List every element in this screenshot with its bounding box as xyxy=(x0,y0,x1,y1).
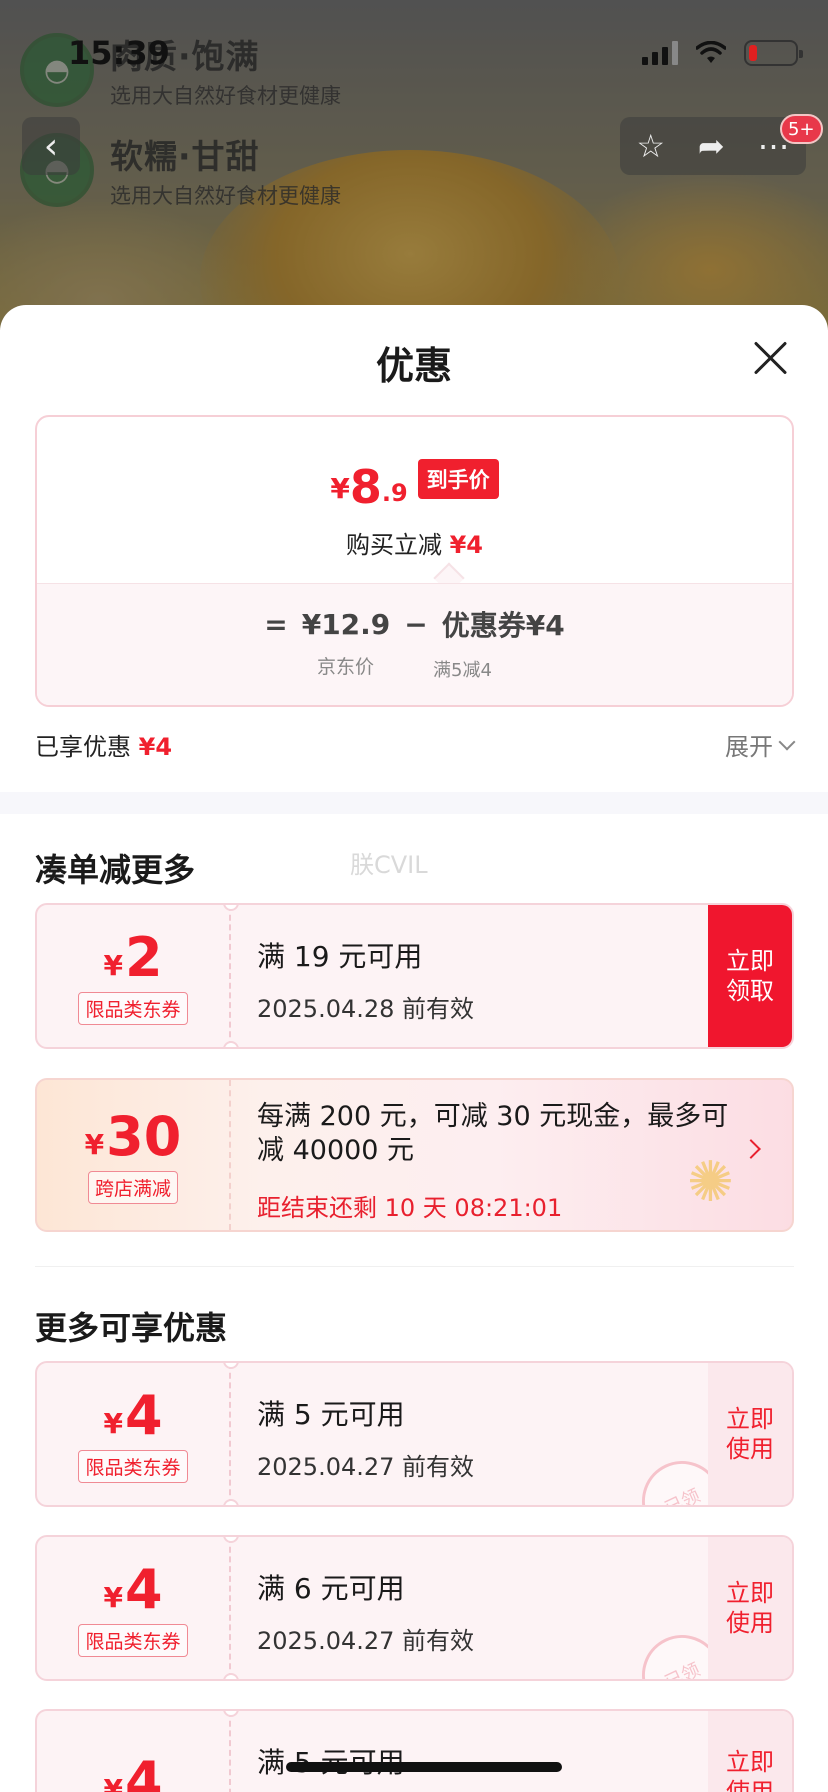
coupon-amount: 2 xyxy=(124,925,163,989)
coupon-type-tag: 限品类东券 xyxy=(78,1623,188,1657)
coupon-expiry: 2025.04.27 前有效 xyxy=(257,1627,475,1655)
coupon-notch xyxy=(223,1499,239,1505)
coupon-type-tag: 限品类东券 xyxy=(78,991,188,1025)
jd-price: ¥12.9 xyxy=(301,607,391,641)
star-icon[interactable]: ☆ xyxy=(636,127,665,165)
instant-discount-value: ¥4 xyxy=(449,531,484,559)
equals-sign: = xyxy=(264,607,288,641)
coupon-card: ¥ 4 满 5 元可用 立即使用 xyxy=(35,1709,794,1792)
final-price: ¥ 8 .9 到手价 xyxy=(37,459,792,514)
coupon-currency: ¥ xyxy=(84,1127,105,1161)
coupon-amount: 4 xyxy=(124,1750,163,1792)
coupon-deduction: 优惠券¥4 xyxy=(441,609,565,642)
coupon-currency: ¥ xyxy=(103,1406,123,1440)
claim-coupon-label: 立即领取 xyxy=(726,947,774,1005)
price-breakdown-card: ¥ 8 .9 到手价 购买立减 ¥4 = ¥12.9 − 优惠券¥4 京东价 满… xyxy=(35,415,794,707)
sheet-title: 优惠 xyxy=(375,344,452,388)
divider-line xyxy=(35,1266,794,1267)
coupon-condition: 满 5 元可用 xyxy=(257,1398,405,1431)
coupon-card: ¥ 2 限品类东券 满 19 元可用 2025.04.28 前有效 立即领取 xyxy=(35,903,794,1049)
home-indicator[interactable] xyxy=(286,1762,562,1772)
enjoyed-discount: 已享优惠 ¥4 xyxy=(35,727,172,762)
currency-symbol: ¥ xyxy=(330,472,350,505)
instant-discount-label: 购买立减 xyxy=(345,531,442,559)
watermark: 朕CVIL xyxy=(350,851,428,879)
jd-price-label: 京东价 xyxy=(317,656,375,678)
use-coupon-button[interactable]: 立即使用 xyxy=(708,1711,792,1792)
discount-sheet: 优惠 ¥ 8 .9 到手价 购买立减 ¥4 = ¥12.9 − 优惠券¥4 京东… xyxy=(0,305,828,1792)
cellular-signal-icon xyxy=(642,41,678,65)
expand-label: 展开 xyxy=(725,733,773,761)
section-title-more-savings: 凑单减更多 xyxy=(35,851,196,889)
firework-icon: ✺ xyxy=(687,1150,734,1215)
coupon-notch xyxy=(223,1041,239,1047)
coupon-currency: ¥ xyxy=(103,948,123,982)
section-title-more-offers: 更多可享优惠 xyxy=(35,1309,228,1347)
coupon-notch xyxy=(223,1673,239,1679)
coupon-currency: ¥ xyxy=(103,1773,123,1792)
instant-discount: 购买立减 ¥4 xyxy=(37,525,792,560)
use-coupon-button[interactable]: 立即使用 xyxy=(708,1537,792,1679)
coupon-expiry: 2025.04.27 前有效 xyxy=(257,1453,475,1481)
wifi-icon xyxy=(696,41,726,63)
coupon-card: ¥ 4 限品类东券 满 5 元可用 2025.04.27 前有效 已领 立即使用 xyxy=(35,1361,794,1507)
coupon-type-tag: 跨店满减 xyxy=(87,1170,178,1204)
cross-store-promo-card[interactable]: ¥ 30 跨店满减 每满 200 元，可减 30 元现金，最多可减 40000 … xyxy=(35,1078,794,1232)
use-coupon-label: 立即使用 xyxy=(726,1579,774,1637)
status-time: 15:39 xyxy=(68,34,170,72)
coupon-amount: 4 xyxy=(124,1557,163,1621)
header-actions: ☆ ➦ ⋯ xyxy=(620,117,806,175)
section-divider xyxy=(0,792,828,814)
countdown-timer: 距结束还剩 10 天 08:21:01 xyxy=(257,1194,563,1222)
coupon-type-tag: 限品类东券 xyxy=(78,1449,188,1483)
coupon-expiry: 2025.04.28 前有效 xyxy=(257,995,475,1023)
final-price-tag: 到手价 xyxy=(417,459,499,499)
use-coupon-label: 立即使用 xyxy=(726,1748,774,1792)
coupon-condition: 满 19 元可用 xyxy=(257,940,423,973)
coupon-condition: 满 5 元可用 xyxy=(257,1746,405,1779)
back-button[interactable]: ‹ xyxy=(22,117,80,175)
battery-icon xyxy=(744,40,803,66)
claim-coupon-button[interactable]: 立即领取 xyxy=(708,905,792,1047)
coupon-amount: 30 xyxy=(106,1104,182,1168)
chevron-down-icon xyxy=(778,733,796,750)
share-icon[interactable]: ➦ xyxy=(698,127,725,165)
message-badge: 5+ xyxy=(780,114,823,144)
coupon-card: ¥ 4 限品类东券 满 6 元可用 2025.04.27 前有效 已领 立即使用 xyxy=(35,1535,794,1681)
coupon-rule: 满5减4 xyxy=(433,660,492,681)
close-icon[interactable] xyxy=(750,338,790,378)
use-coupon-button[interactable]: 立即使用 xyxy=(708,1363,792,1505)
promo-description: 每满 200 元，可减 30 元现金，最多可减 40000 元 xyxy=(257,1101,729,1166)
enjoyed-value: ¥4 xyxy=(138,733,173,761)
coupon-currency: ¥ xyxy=(103,1580,123,1614)
price-formula: = ¥12.9 − 优惠券¥4 京东价 满5减4 xyxy=(37,583,792,705)
final-price-decimal: .9 xyxy=(381,479,408,507)
chevron-right-icon xyxy=(741,1139,761,1159)
minus-sign: − xyxy=(404,607,428,641)
coupon-condition: 满 6 元可用 xyxy=(257,1572,405,1605)
status-bar: 15:39 xyxy=(0,0,828,100)
final-price-integer: 8 xyxy=(349,460,382,514)
product-background: ◓ 肉质·饱满 选用大自然好食材更健康 ◓ 软糯·甘甜 选用大自然好食材更健康 … xyxy=(0,0,828,330)
coupon-amount: 4 xyxy=(124,1383,163,1447)
expand-button[interactable]: 展开 xyxy=(725,727,796,762)
use-coupon-label: 立即使用 xyxy=(726,1405,774,1463)
enjoyed-label: 已享优惠 xyxy=(35,733,131,761)
